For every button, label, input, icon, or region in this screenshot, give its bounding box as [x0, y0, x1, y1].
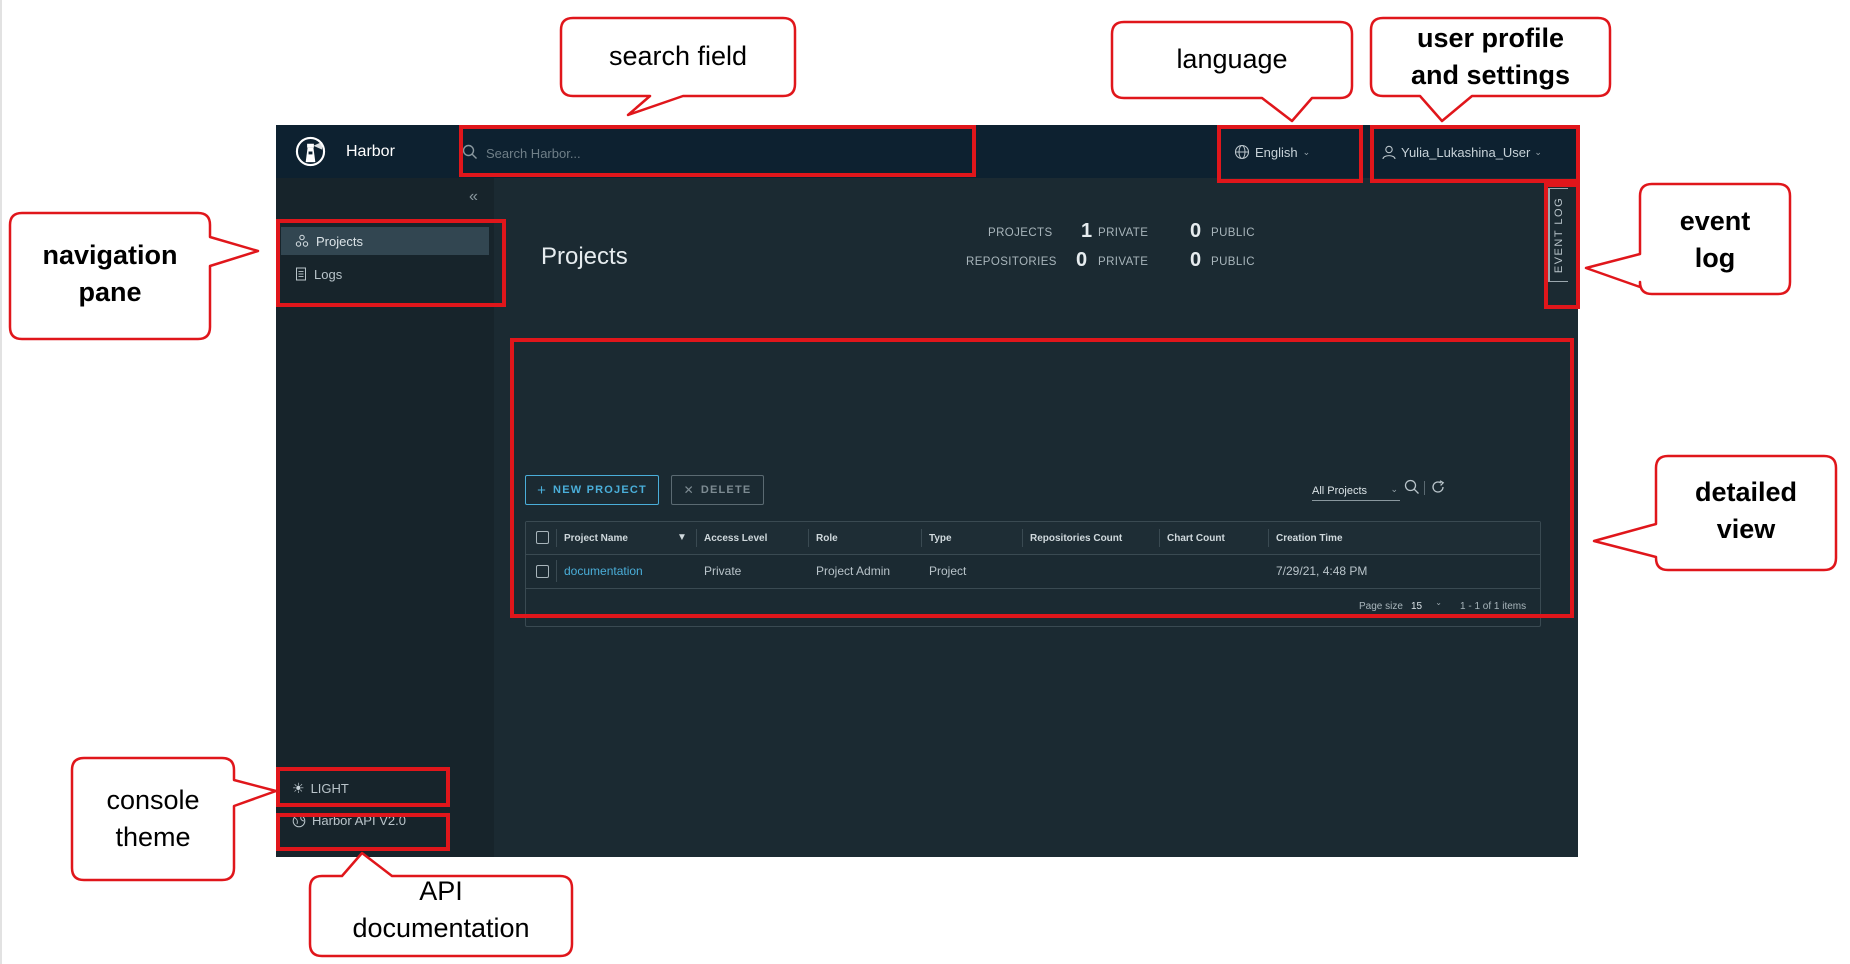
navigation-callout-line2: pane: [78, 277, 142, 307]
language-callout-text: language: [1176, 44, 1288, 74]
event-log-callout-line1: event: [1679, 206, 1751, 236]
event-log-callout-line2: log: [1694, 243, 1736, 273]
detailed-view-callout-line2: view: [1716, 514, 1776, 544]
api-documentation-callout-line2: documentation: [352, 913, 530, 943]
navigation-callout-line1: navigation: [42, 240, 178, 270]
user-profile-callout-line1: user profile: [1416, 23, 1565, 53]
api-documentation-callout-line1: API: [419, 876, 463, 906]
callout-bubbles: [8, 16, 1838, 958]
detailed-view-callout-line1: detailed: [1694, 477, 1798, 507]
user-profile-callout-line2: and settings: [1410, 60, 1571, 90]
search-field-callout-text: search field: [608, 41, 748, 71]
console-theme-callout-line1: console: [106, 785, 200, 815]
console-theme-callout-line2: theme: [115, 822, 191, 852]
